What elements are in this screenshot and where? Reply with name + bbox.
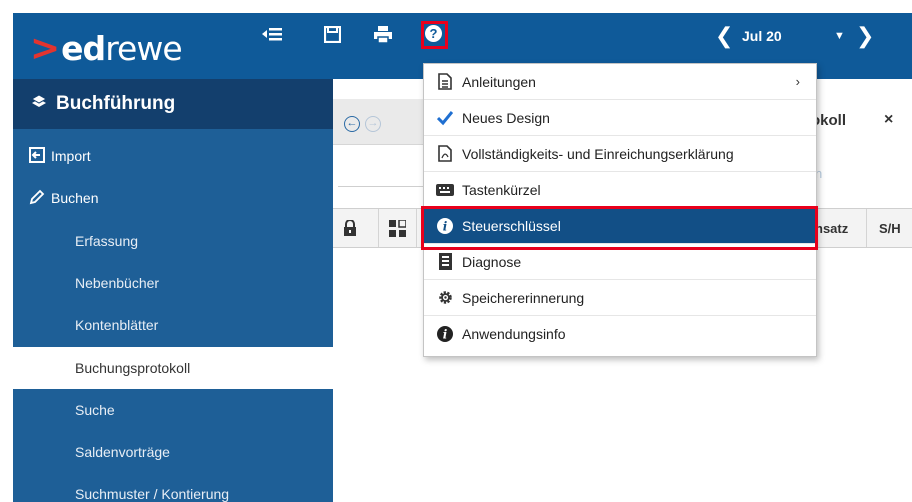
grid-select-icon[interactable] bbox=[389, 219, 407, 242]
books-icon bbox=[30, 93, 48, 115]
logo-prefix: ed bbox=[61, 28, 106, 68]
import-icon bbox=[29, 146, 45, 166]
menu-item-label: Speichererinnerung bbox=[462, 289, 585, 306]
close-icon[interactable]: × bbox=[884, 111, 893, 129]
column-header-umsatz[interactable]: nsatz bbox=[815, 221, 848, 236]
sidebar-item-import[interactable]: Import bbox=[13, 135, 333, 177]
menu-item-label: Anleitungen bbox=[462, 73, 536, 90]
lock-icon[interactable] bbox=[343, 219, 357, 241]
info-bubble-icon: i bbox=[436, 325, 454, 343]
sidebar-item-label: Erfassung bbox=[75, 233, 139, 249]
sidebar-item-label: Suche bbox=[75, 402, 115, 418]
chevron-right-icon: › bbox=[795, 74, 800, 89]
column-divider bbox=[416, 209, 417, 247]
menu-item-neues-design[interactable]: Neues Design bbox=[424, 100, 816, 136]
sidebar-item-buchungsprotokoll[interactable]: Buchungsprotokoll bbox=[13, 347, 333, 389]
logo-chevron-icon: > bbox=[30, 27, 60, 69]
chevron-left-icon[interactable]: ❮ bbox=[715, 25, 733, 47]
sidebar-item-label: Suchmuster / Kontierung bbox=[75, 486, 230, 502]
menu-item-label: Vollständigkeits- und Einreichungserklär… bbox=[462, 145, 734, 162]
sidebar-item-suchmuster[interactable]: Suchmuster / Kontierung bbox=[13, 473, 333, 502]
sidebar-item-label: Saldenvorträge bbox=[75, 444, 170, 460]
save-icon[interactable] bbox=[322, 24, 342, 44]
forward-arrow-icon[interactable]: → bbox=[365, 116, 381, 132]
keyboard-icon bbox=[436, 181, 454, 199]
help-icon[interactable]: ? bbox=[425, 25, 442, 42]
menu-item-tastenkuerzel[interactable]: Tastenkürzel bbox=[424, 172, 816, 208]
document-icon bbox=[436, 73, 454, 91]
menu-item-label: Tastenkürzel bbox=[462, 181, 541, 198]
menu-item-label: Anwendungsinfo bbox=[462, 326, 566, 342]
sidebar-item-suche[interactable]: Suche bbox=[13, 389, 333, 431]
sidebar-item-label: Buchungsprotokoll bbox=[75, 360, 191, 376]
column-header-sh[interactable]: S/H bbox=[879, 221, 901, 236]
menu-item-label: Neues Design bbox=[462, 109, 550, 126]
chevron-right-icon[interactable]: ❯ bbox=[856, 25, 874, 47]
period-label[interactable]: Jul 20 bbox=[742, 28, 782, 44]
gear-icon bbox=[436, 289, 454, 307]
menu-item-anwendungsinfo[interactable]: i Anwendungsinfo bbox=[424, 316, 816, 352]
sidebar-header[interactable]: Buchführung bbox=[13, 79, 333, 129]
logo-suffix: rewe bbox=[105, 28, 182, 68]
caret-down-icon[interactable]: ▼ bbox=[834, 30, 845, 42]
print-icon[interactable] bbox=[373, 24, 393, 44]
sidebar-item-label: Nebenbücher bbox=[75, 275, 160, 291]
sidebar-header-label: Buchführung bbox=[56, 93, 176, 114]
checkbox-checked-icon bbox=[436, 109, 454, 127]
svg-text:i: i bbox=[443, 328, 448, 342]
app-logo[interactable]: > ed rewe bbox=[30, 27, 183, 69]
list-collapse-icon[interactable] bbox=[262, 24, 282, 44]
diagnose-icon bbox=[436, 253, 454, 271]
sidebar-item-label: Kontenblätter bbox=[75, 317, 159, 333]
pdf-icon bbox=[436, 145, 454, 163]
sidebar-item-nebenbuecher[interactable]: Nebenbücher bbox=[13, 262, 333, 304]
sidebar-item-erfassung[interactable]: Erfassung bbox=[13, 220, 333, 262]
pencil-icon bbox=[29, 189, 45, 208]
selection-highlight bbox=[421, 206, 818, 250]
divider bbox=[338, 186, 428, 187]
sidebar-item-saldenvortraege[interactable]: Saldenvorträge bbox=[13, 431, 333, 473]
sidebar-item-kontenblaetter[interactable]: Kontenblätter bbox=[13, 304, 333, 346]
back-arrow-icon[interactable]: ← bbox=[344, 116, 360, 132]
menu-item-vollstaendigkeitserklaerung[interactable]: Vollständigkeits- und Einreichungserklär… bbox=[424, 136, 816, 172]
menu-item-speichererinnerung[interactable]: Speichererinnerung bbox=[424, 280, 816, 316]
column-divider bbox=[866, 209, 867, 247]
menu-item-label: Diagnose bbox=[462, 253, 522, 270]
menu-item-anleitungen[interactable]: Anleitungen › bbox=[424, 64, 816, 100]
sidebar-item-label: Import bbox=[51, 148, 91, 164]
sidebar-item-buchen[interactable]: Buchen bbox=[13, 177, 333, 219]
sidebar-item-label: Buchen bbox=[51, 190, 99, 206]
sidebar: Buchführung Import Buchen Erfassung Nebe… bbox=[13, 79, 333, 502]
column-divider bbox=[378, 209, 379, 247]
